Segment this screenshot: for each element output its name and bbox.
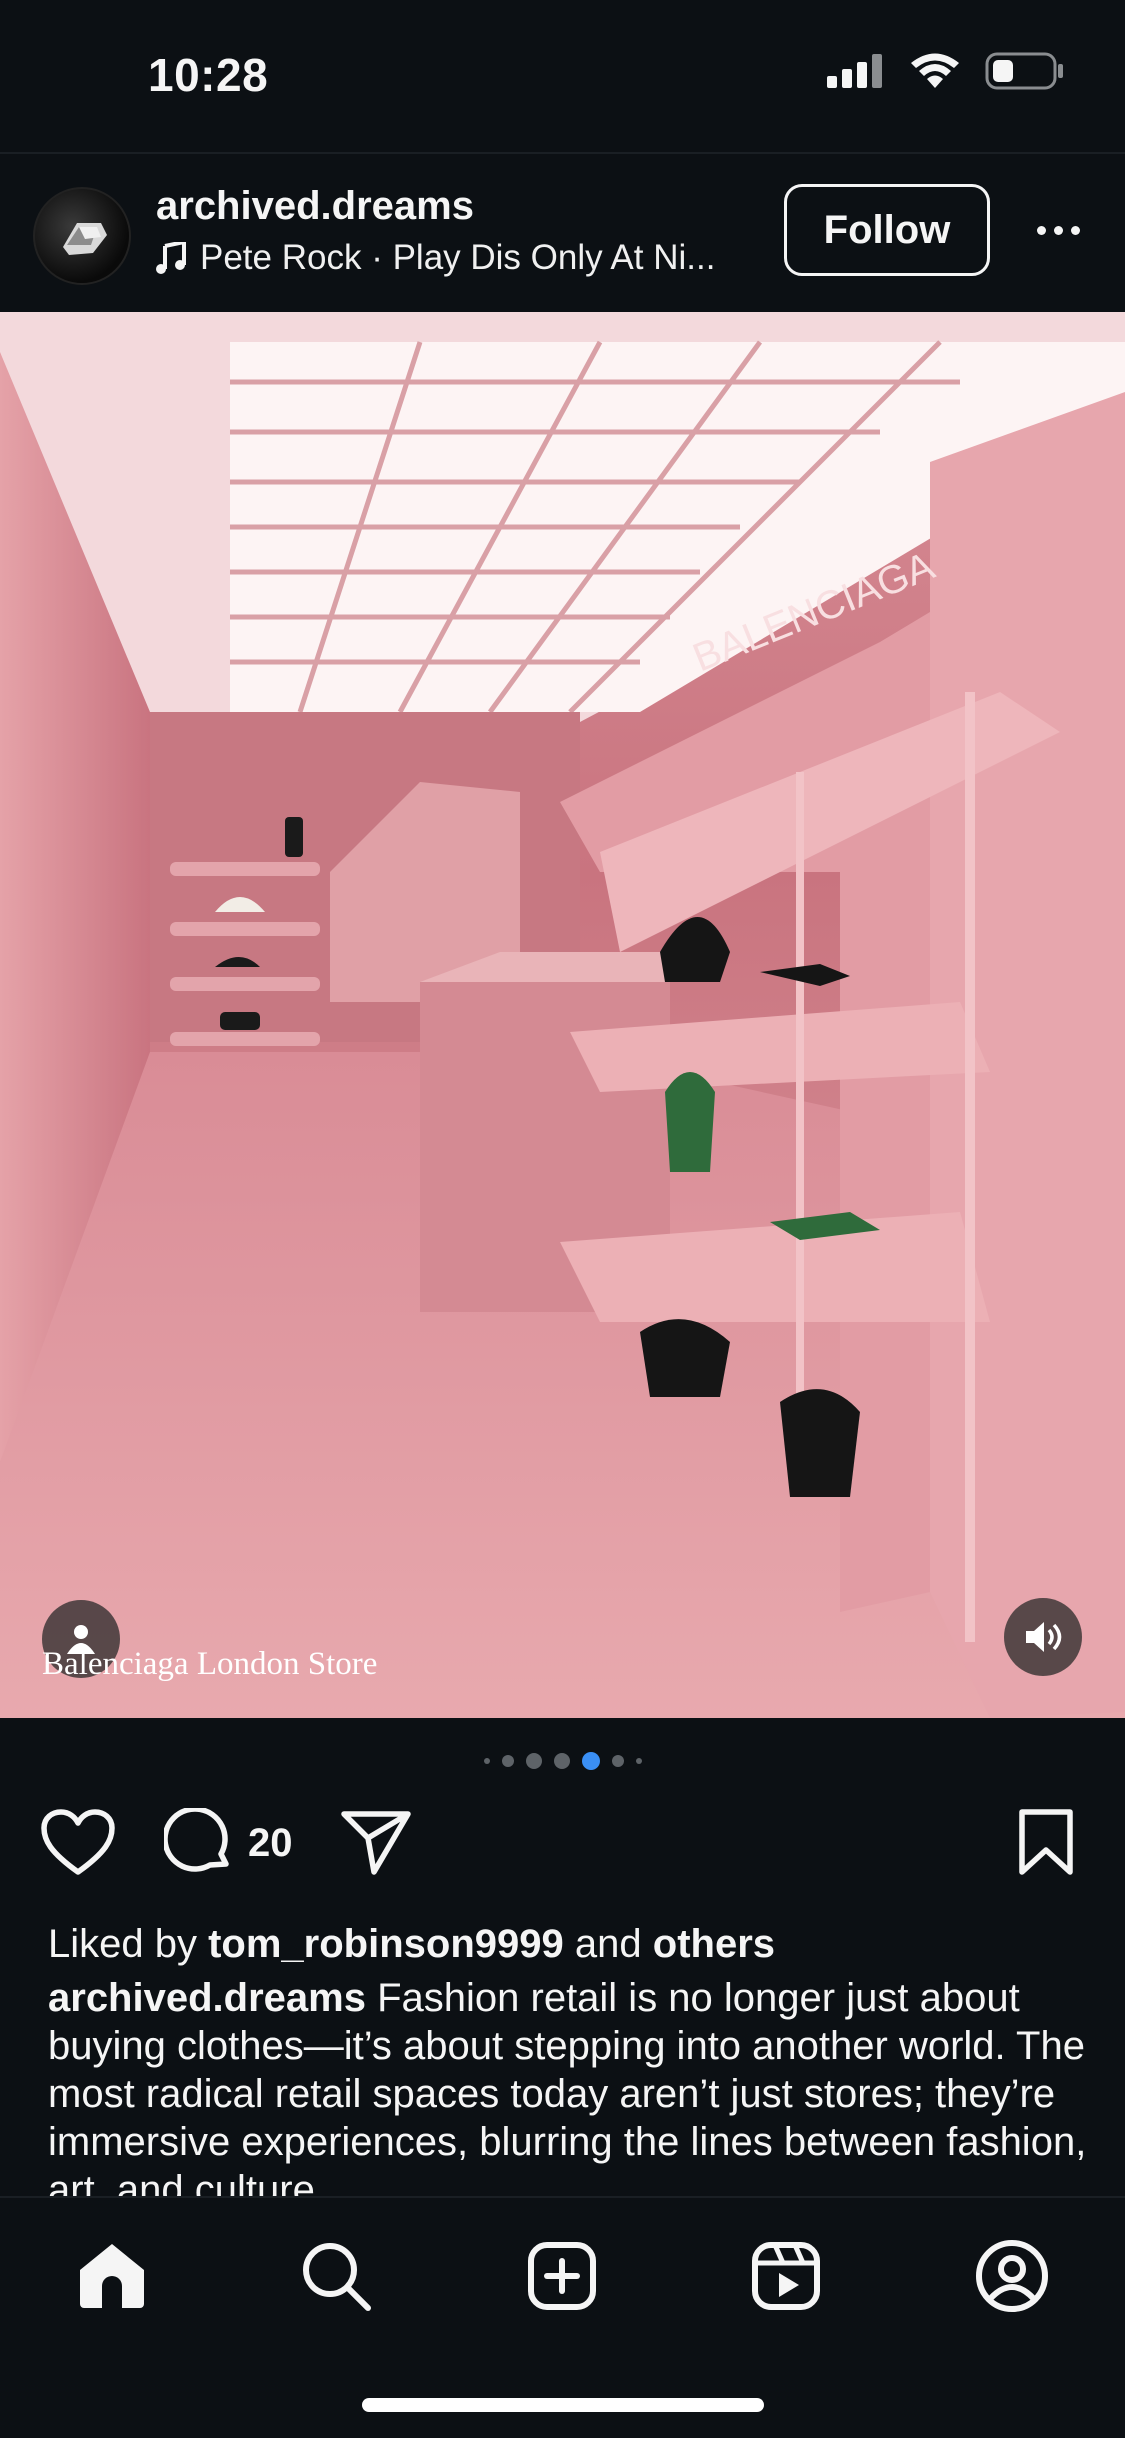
more-options-icon[interactable] <box>1028 210 1088 250</box>
comment-icon <box>164 1808 229 1872</box>
avatar[interactable] <box>33 187 131 285</box>
tab-home[interactable] <box>72 2236 152 2316</box>
like-button[interactable] <box>40 1808 116 1878</box>
save-button[interactable] <box>1016 1808 1076 1878</box>
heart-icon <box>41 1809 115 1875</box>
avatar-logo-icon <box>63 223 107 255</box>
send-icon <box>341 1811 411 1875</box>
speaker-icon <box>1026 1622 1062 1652</box>
carousel-dot <box>635 1758 642 1764</box>
carousel-dot <box>483 1758 490 1764</box>
liked-by-and: and <box>574 1922 642 1966</box>
home-indicator <box>362 2398 764 2412</box>
battery-icon <box>985 52 1063 90</box>
post-image[interactable]: BALENCIAGA Balenciaga London Store <box>0 312 1125 1718</box>
liked-by-prefix: Liked by <box>48 1922 197 1966</box>
post-actions: 20 <box>0 1808 1125 1888</box>
liked-by-user[interactable]: tom_robinson9999 <box>208 1922 564 1966</box>
carousel-dot <box>611 1755 624 1767</box>
home-icon <box>80 2244 144 2308</box>
carousel-indicator <box>0 1752 1125 1770</box>
carousel-dot <box>553 1753 570 1769</box>
signal-icon <box>827 54 882 88</box>
carousel-dot-active <box>581 1752 600 1770</box>
music-note-icon <box>156 242 186 274</box>
follow-button[interactable]: Follow <box>784 184 990 276</box>
image-caption-overlay: Balenciaga London Store <box>42 1646 378 1682</box>
carousel-dot <box>525 1753 542 1769</box>
post-username[interactable]: archived.dreams <box>156 184 474 229</box>
post-caption: archived.dreams Fashion retail is no lon… <box>48 1974 1088 2196</box>
reels-icon <box>752 2242 820 2310</box>
carousel-dot <box>501 1755 514 1767</box>
tab-profile[interactable] <box>972 2236 1052 2316</box>
liked-by-others[interactable]: others <box>653 1922 775 1966</box>
create-icon <box>528 2242 596 2310</box>
music-track: Pete Rock · Play Dis Only At Ni... <box>200 238 716 277</box>
tab-reels[interactable] <box>746 2236 826 2316</box>
header-divider <box>0 152 1125 154</box>
bookmark-icon <box>1019 1809 1073 1875</box>
caption-username[interactable]: archived.dreams <box>48 1976 366 2020</box>
comment-button[interactable]: 20 <box>164 1808 293 1878</box>
tab-create[interactable] <box>522 2236 602 2316</box>
status-icons <box>827 52 1065 90</box>
wifi-icon <box>911 53 959 88</box>
comment-count: 20 <box>248 1820 293 1865</box>
liked-by[interactable]: Liked by tom_robinson9999 and others <box>48 1922 775 1967</box>
post-header: archived.dreams Pete Rock · Play Dis Onl… <box>0 160 1125 310</box>
music-info[interactable]: Pete Rock · Play Dis Only At Ni... <box>156 238 715 278</box>
status-bar: 10:28 <box>0 0 1125 150</box>
profile-icon <box>976 2240 1048 2312</box>
share-button[interactable] <box>340 1808 412 1878</box>
tab-search[interactable] <box>296 2236 376 2316</box>
status-time: 10:28 <box>148 49 269 101</box>
audio-toggle-button[interactable] <box>1004 1598 1082 1676</box>
store-interior-illustration: BALENCIAGA <box>0 312 1125 1718</box>
search-icon <box>303 2243 371 2311</box>
